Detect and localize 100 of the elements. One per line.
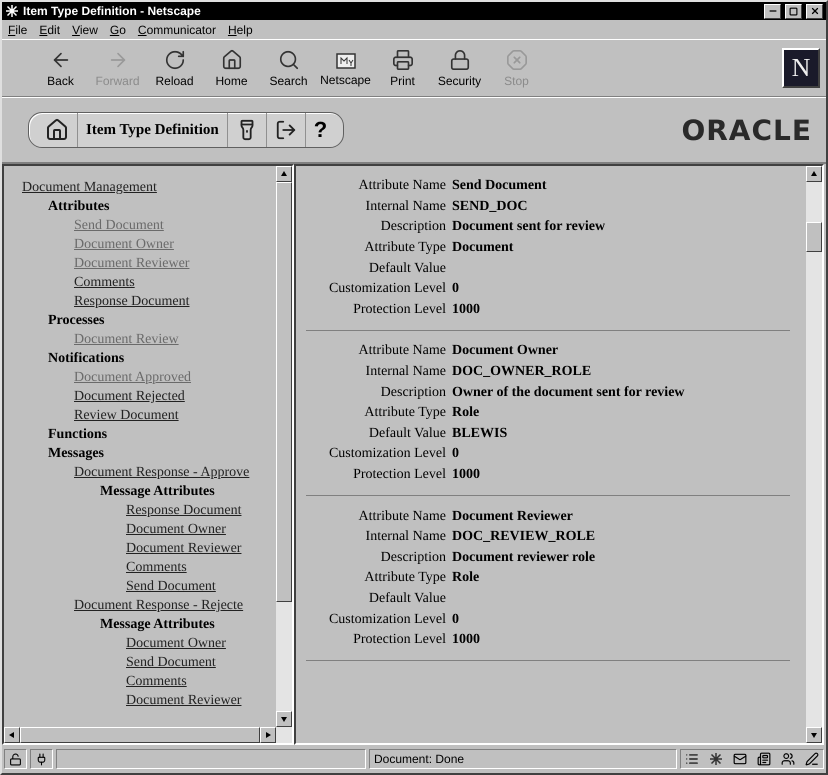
menu-item[interactable]: Help	[228, 22, 253, 36]
close-button[interactable]	[806, 4, 823, 18]
scroll-up-icon[interactable]	[280, 170, 288, 178]
scroll-down-icon[interactable]	[810, 731, 818, 739]
tree-link[interactable]: Document Response - Approve	[74, 463, 250, 482]
field-label: Attribute Name	[358, 343, 446, 360]
tree-link[interactable]: Send Document	[126, 577, 216, 596]
tree-link[interactable]: Comments	[126, 672, 187, 691]
field-label: Customization Level	[328, 612, 446, 628]
field-label: Protection Level	[352, 632, 446, 648]
field-label: Default Value	[368, 426, 446, 442]
tree-heading: Functions	[48, 426, 108, 444]
pen-icon[interactable]	[805, 752, 819, 766]
field-value: BLEWIS	[452, 426, 508, 442]
tree-link[interactable]: Document Rejected	[74, 387, 185, 406]
tree-link[interactable]: Document Reviewer	[126, 539, 242, 558]
stop-icon	[506, 48, 528, 70]
window-title: Item Type Definition - Netscape	[23, 4, 202, 18]
horizontal-scrollbar[interactable]	[4, 727, 292, 743]
close-icon	[810, 6, 820, 16]
search-icon	[278, 48, 300, 70]
field-value: 1000	[452, 632, 480, 648]
menu-item[interactable]: File	[8, 22, 28, 36]
field-value: Role	[452, 570, 480, 586]
scroll-right-icon[interactable]	[264, 731, 272, 739]
field-label: Default Value	[368, 590, 446, 607]
toolbar-button[interactable]: Security	[431, 43, 488, 93]
toolbar-button[interactable]: Home	[203, 43, 260, 93]
plug-icon	[35, 752, 48, 766]
people-icon[interactable]	[781, 752, 795, 766]
toolbar-button[interactable]: Print	[374, 43, 431, 93]
field-value: Document Owner	[452, 343, 558, 360]
field-value: 0	[452, 612, 459, 628]
field-value: 0	[452, 446, 459, 462]
tree-link[interactable]: Response Document	[126, 501, 242, 520]
field-label: Protection Level	[352, 302, 446, 318]
field-label: Customization Level	[328, 281, 446, 298]
toolbar-button[interactable]: Netscape	[317, 43, 374, 93]
toolbar-button[interactable]: Search	[260, 43, 317, 93]
vertical-scrollbar[interactable]	[276, 166, 292, 727]
tree-link[interactable]: Send Document	[126, 653, 216, 672]
menu-item[interactable]: Go	[110, 22, 126, 36]
scroll-down-icon[interactable]	[280, 715, 288, 723]
scroll-thumb[interactable]	[806, 222, 822, 252]
home-icon	[220, 48, 242, 70]
tree-heading: Attributes	[48, 198, 110, 216]
tree-link[interactable]: Document Management	[22, 178, 157, 197]
field-label: Attribute Type	[363, 570, 446, 586]
field-label: Default Value	[368, 260, 446, 277]
scroll-up-icon[interactable]	[810, 170, 818, 178]
netscape-logo: N	[782, 48, 820, 88]
field-value: 1000	[452, 467, 480, 484]
menu-item[interactable]: View	[72, 22, 98, 36]
mail-icon[interactable]	[733, 752, 747, 766]
tree-heading: Processes	[48, 312, 106, 330]
home-icon[interactable]	[45, 118, 69, 142]
field-value: Role	[452, 405, 480, 422]
status-text: Document: Done	[374, 752, 464, 766]
field-value: Document reviewer role	[452, 550, 596, 566]
field-label: Attribute Type	[363, 240, 446, 256]
maximize-icon	[789, 6, 798, 16]
field-label: Internal Name	[364, 529, 446, 546]
field-value: Document sent for review	[452, 219, 606, 236]
field-value: 0	[452, 281, 459, 298]
field-label: Attribute Type	[363, 405, 446, 422]
minimize-button[interactable]	[764, 4, 781, 18]
snowflake-icon[interactable]	[709, 752, 723, 766]
padlock-icon[interactable]	[9, 752, 22, 766]
toolbar-button[interactable]: Back	[32, 43, 89, 93]
tree-heading: Messages	[48, 445, 105, 463]
tree-link[interactable]: Comments	[126, 558, 187, 577]
list-icon[interactable]	[685, 752, 699, 766]
tree-link[interactable]: Comments	[74, 273, 135, 292]
tree-link[interactable]: Document Response - Rejecte	[74, 596, 244, 615]
menu-item[interactable]: Communicator	[138, 22, 216, 36]
field-label: Protection Level	[352, 467, 446, 484]
vertical-scrollbar[interactable]	[806, 166, 822, 743]
field-label: Internal Name	[364, 364, 446, 380]
help-button[interactable]: ?	[314, 117, 328, 143]
field-label: Customization Level	[328, 446, 446, 462]
tree-link[interactable]: Document Reviewer	[126, 691, 242, 710]
scroll-left-icon[interactable]	[8, 731, 16, 739]
tree-link[interactable]: Response Document	[74, 292, 190, 311]
menu-item[interactable]: Edit	[39, 22, 60, 36]
field-label: Description	[380, 384, 446, 401]
field-value: Document Reviewer	[452, 508, 573, 525]
field-value: 1000	[452, 302, 480, 318]
toolbar-button[interactable]: Reload	[146, 43, 203, 93]
field-value: Owner of the document sent for review	[452, 384, 685, 401]
tree-heading: Notifications	[48, 350, 126, 368]
padlock-icon	[448, 48, 470, 70]
tree-link[interactable]: Document Owner	[126, 634, 226, 653]
maximize-button[interactable]	[785, 4, 802, 18]
field-label: Attribute Name	[358, 508, 446, 525]
scroll-thumb[interactable]	[276, 182, 292, 602]
tree-link[interactable]: Document Owner	[126, 520, 226, 539]
scroll-thumb[interactable]	[20, 727, 260, 743]
newspaper-icon[interactable]	[757, 752, 771, 766]
exit-door-icon[interactable]	[274, 119, 297, 141]
tree-link[interactable]: Review Document	[74, 406, 179, 425]
